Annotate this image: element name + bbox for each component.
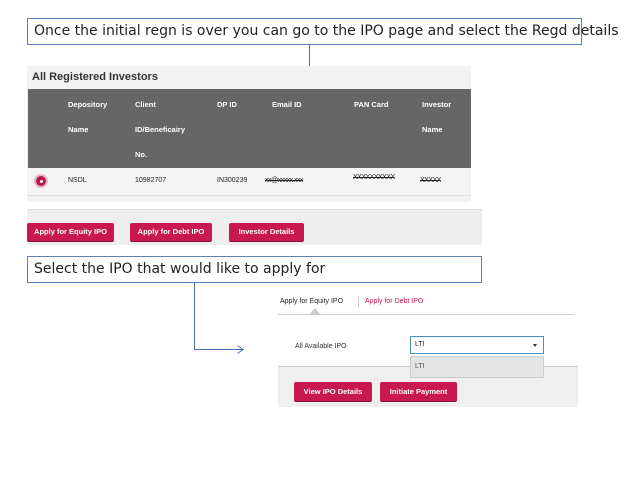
col-dp-id: DP ID [217,100,237,109]
col-depository: Depository Name [68,100,108,134]
tab-debt-ipo[interactable]: Apply for Debt IPO [365,298,423,305]
cell-dp-id: IN300239 [217,177,248,184]
col-pan: PAN Card [354,100,389,109]
arrow-line-horizontal [194,349,242,350]
view-ipo-details-button[interactable]: View IPO Details [294,382,372,401]
col-email: Email ID [272,100,302,109]
ipo-select-value: LTI [415,341,425,348]
instruction-callout-middle: Select the IPO that would like to apply … [27,256,482,283]
cell-email: xx@xxxxx.xxx [265,177,304,184]
col-investor-name: Investor Name [422,100,452,134]
active-tab-caret-icon [310,308,320,314]
table-row[interactable]: NSDL 10982707 IN300239 xx@xxxxx.xxx XXXX… [28,168,471,196]
tab-equity-ipo[interactable]: Apply for Equity IPO [280,298,343,305]
cell-client-id: 10982707 [135,177,167,184]
investor-details-button[interactable]: Investor Details [229,223,304,241]
available-ipo-label: All Available IPO [295,343,347,350]
instruction-callout-top: Once the initial regn is over you can go… [27,18,619,45]
apply-debt-ipo-button[interactable]: Apply for Debt IPO [130,223,212,241]
ipo-select[interactable]: LTI [410,336,544,354]
select-investor-radio[interactable] [36,176,46,186]
chevron-down-icon[interactable] [533,344,537,347]
table-header: Depository Name Client ID/Beneficairy No… [28,89,471,168]
panel-title: All Registered Investors [32,71,158,83]
arrow-line-vertical [194,283,195,350]
col-client-id: Client ID/Beneficairy No. [135,100,186,159]
tab-separator [358,297,359,307]
arrow-head-right-icon [237,345,244,354]
ipo-tabs: Apply for Equity IPO Apply for Debt IPO [278,294,574,315]
ipo-dropdown-option[interactable]: LTI [410,356,544,378]
cell-investor-name: XXXXX [420,177,441,184]
initiate-payment-button[interactable]: Initiate Payment [380,382,457,401]
cell-pan: XXXXXXXXXX [353,174,395,181]
apply-equity-ipo-button[interactable]: Apply for Equity IPO [27,223,114,241]
cell-depository: NSDL [68,177,87,184]
